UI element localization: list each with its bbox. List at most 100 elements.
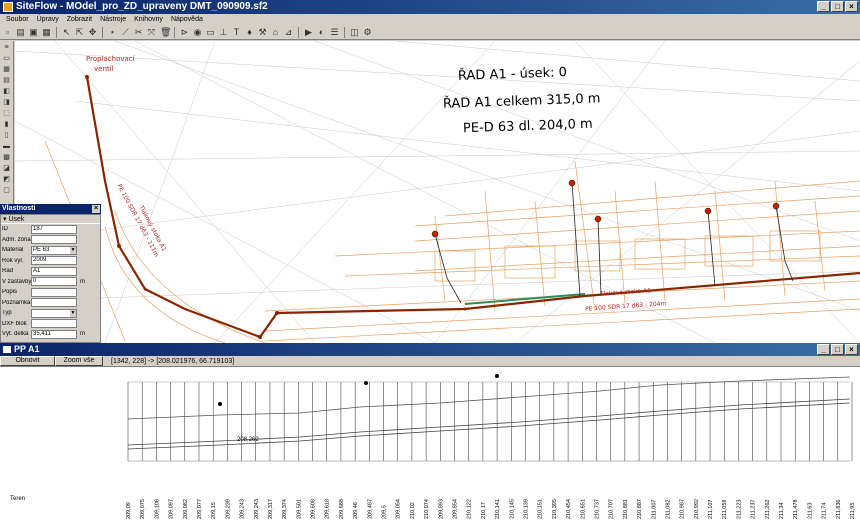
menu-tools[interactable]: Nástroje: [100, 14, 126, 25]
delete-icon[interactable]: 🗑: [159, 27, 171, 38]
palette-tool-2-icon[interactable]: ▭: [2, 54, 12, 63]
profile-minimize-button[interactable]: _: [817, 344, 830, 355]
properties-close-button[interactable]: ×: [92, 205, 100, 213]
settings-icon[interactable]: ⚙: [362, 27, 373, 38]
menu-view[interactable]: Zobrazit: [67, 14, 92, 25]
station-tick-label: 210,145: [509, 499, 515, 519]
station-tick-label: 209,854: [453, 499, 459, 519]
app-icon: [3, 2, 13, 12]
tank-icon[interactable]: ▭: [205, 27, 216, 38]
marker-icon[interactable]: ♦: [244, 27, 255, 38]
zoom-all-button[interactable]: Zoom vše: [55, 356, 103, 366]
select-icon[interactable]: ⇱: [74, 27, 85, 38]
dropdown-arrow-icon[interactable]: ▼: [70, 246, 76, 254]
property-value-field[interactable]: 187: [31, 224, 77, 234]
property-value-field[interactable]: [31, 319, 77, 329]
station-tick-label: 209,893: [438, 499, 444, 519]
station-tick-label: 209,501: [296, 499, 302, 519]
refresh-button[interactable]: Obnovit: [0, 356, 55, 366]
palette-tool-14-icon[interactable]: ▢: [2, 186, 12, 195]
property-value-field[interactable]: [31, 235, 77, 245]
pointer-icon[interactable]: ↖: [61, 27, 72, 38]
palette-tool-5-icon[interactable]: ◧: [2, 87, 12, 96]
map-canvas[interactable]: Proplachovací ventil ŘAD A1 - úsek: 0 ŘA…: [15, 41, 860, 343]
coordinate-readout: [1342, 228] -> [208.021976, 66.719103]: [111, 357, 235, 365]
station-tick-label: 210,992: [694, 499, 700, 519]
palette-tool-8-icon[interactable]: ▮: [2, 120, 12, 129]
property-unit: m: [80, 331, 85, 338]
station-tick-label: 211,059: [722, 500, 728, 519]
properties-section: ▾ Úsek: [1, 215, 100, 224]
maximize-button[interactable]: □: [831, 1, 844, 12]
palette-tool-6-icon[interactable]: ◨: [2, 98, 12, 107]
station-tick-label: 209,688: [339, 499, 345, 519]
station-tick-label: 209,106: [154, 499, 160, 519]
station-tick-label: 209,15: [211, 502, 217, 519]
palette-tool-3-icon[interactable]: ▦: [2, 65, 12, 74]
elevation-label: 208,262: [237, 437, 259, 443]
close-button[interactable]: ×: [845, 1, 858, 12]
property-value-field[interactable]: 2009: [31, 256, 77, 266]
station-tick-label: 209,608: [311, 499, 317, 519]
palette-tool-4-icon[interactable]: ▤: [2, 76, 12, 85]
move-icon[interactable]: ⤧: [146, 27, 157, 38]
palette-tool-7-icon[interactable]: ⬚: [2, 109, 12, 118]
property-row: Popis: [1, 287, 100, 298]
property-label: V zástavby: [2, 278, 31, 285]
pipe-icon[interactable]: ⟋: [120, 27, 131, 38]
pan-icon[interactable]: ✥: [87, 27, 98, 38]
collapse-icon[interactable]: ▾: [3, 216, 7, 223]
save-icon[interactable]: ▣: [28, 27, 39, 38]
palette-tool-10-icon[interactable]: ▬: [2, 142, 12, 151]
station-tick-label: 209,317: [268, 499, 274, 519]
split-icon[interactable]: ✂: [133, 27, 144, 38]
building-outlines: [434, 230, 821, 282]
palette-tool-12-icon[interactable]: ◪: [2, 164, 12, 173]
station-tick-label: 210,454: [566, 499, 572, 519]
longitudinal-profile[interactable]: 208,262 209,09 209,075 209,106 209,097 209,0…: [0, 367, 860, 525]
house-icon[interactable]: ⌂: [270, 27, 281, 38]
menu-help[interactable]: Nápověda: [171, 14, 203, 25]
report-icon[interactable]: ☰: [329, 27, 340, 38]
minimize-button[interactable]: _: [817, 1, 830, 12]
new-file-icon[interactable]: ▫: [2, 27, 13, 38]
profile-window-icon: [3, 346, 11, 353]
valve-label-1: Proplachovací: [86, 55, 135, 63]
property-value-field[interactable]: 35,411: [31, 329, 77, 339]
profile-title: PP A1: [14, 344, 40, 354]
layers-icon[interactable]: ◫: [349, 27, 360, 38]
station-tick-label: 209,243: [240, 499, 246, 519]
measure-icon[interactable]: ⊿: [283, 27, 294, 38]
result-icon[interactable]: ◐: [316, 27, 327, 38]
palette-tool-11-icon[interactable]: ▩: [2, 153, 12, 162]
property-value-field[interactable]: 0: [31, 277, 77, 287]
property-value-field[interactable]: A1: [31, 266, 77, 276]
hydrant-icon[interactable]: ⊥: [218, 27, 229, 38]
palette-tool-9-icon[interactable]: ▯: [2, 131, 12, 140]
tool-icon[interactable]: ⚒: [257, 27, 268, 38]
menu-file[interactable]: Soubor: [6, 14, 29, 25]
print-icon[interactable]: ▦: [41, 27, 52, 38]
station-tick-label: 211,478: [793, 500, 799, 519]
station-tick-label: 211,082: [665, 500, 671, 519]
node-icon[interactable]: ⋆: [107, 27, 118, 38]
main-pipe[interactable]: [85, 76, 860, 339]
palette-tool-13-icon[interactable]: ◩: [2, 175, 12, 184]
open-folder-icon[interactable]: ▤: [15, 27, 26, 38]
profile-close-button[interactable]: ×: [845, 344, 858, 355]
menu-libraries[interactable]: Knihovny: [134, 14, 163, 25]
dropdown-arrow-icon[interactable]: ▼: [70, 309, 76, 317]
menu-edit[interactable]: Úpravy: [37, 14, 59, 25]
property-value-field[interactable]: [31, 287, 77, 297]
window-titlebar: SiteFlow - MOdel_pro_ZD_upraveny DMT_090…: [0, 0, 860, 14]
property-value-field[interactable]: [31, 298, 77, 308]
pump-icon[interactable]: ◉: [192, 27, 203, 38]
tee-icon[interactable]: T: [231, 27, 242, 38]
palette-tool-1-icon[interactable]: ≡: [2, 43, 12, 52]
properties-rows: ID 187 Adm. zóna Materiál PE 63 ▼ Rok výr. 2009…: [1, 224, 100, 340]
valve-icon[interactable]: ⊳: [179, 27, 190, 38]
run-icon[interactable]: ▶: [303, 27, 314, 38]
profile-maximize-button[interactable]: □: [831, 344, 844, 355]
property-row: ID 187: [1, 224, 100, 235]
property-row: Materiál PE 63 ▼: [1, 245, 100, 256]
